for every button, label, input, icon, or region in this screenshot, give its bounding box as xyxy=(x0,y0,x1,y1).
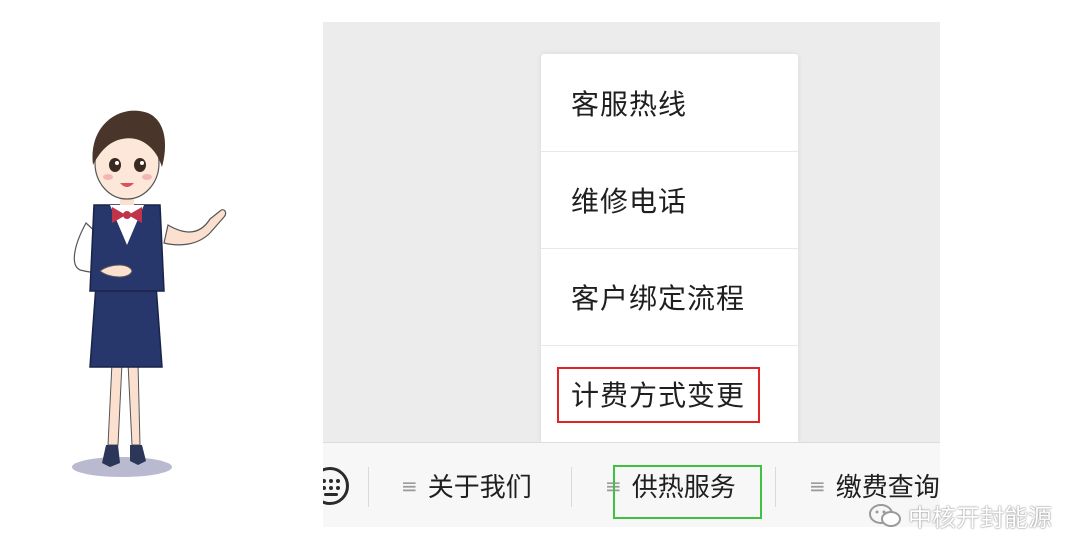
popup-submenu: 客服热线 维修电话 客户绑定流程 计费方式变更 xyxy=(541,54,798,444)
highlight-box-green xyxy=(613,465,762,519)
watermark: 中核开封能源 xyxy=(868,498,1052,533)
hamburger-icon: ≡ xyxy=(809,473,826,498)
tab-label: 关于我们 xyxy=(427,473,532,503)
menu-item-hotline[interactable]: 客服热线 xyxy=(541,54,798,151)
tab-about-us[interactable]: ≡ 关于我们 xyxy=(401,443,532,527)
wechat-icon xyxy=(869,503,901,527)
menu-item-label: 客服热线 xyxy=(571,87,688,121)
hamburger-icon: ≡ xyxy=(401,473,418,498)
menu-divider xyxy=(571,467,572,507)
wechat-account-screen: 客服热线 维修电话 客户绑定流程 计费方式变更 ≡ 关于我们 ≡ 供热服务 ≡ … xyxy=(323,22,940,527)
highlight-box-red xyxy=(557,367,760,423)
customer-service-illustration xyxy=(60,95,240,495)
bottom-menu-bar: ≡ 关于我们 ≡ 供热服务 ≡ 缴费查询 xyxy=(323,442,940,527)
menu-divider xyxy=(775,467,776,507)
menu-item-label: 维修电话 xyxy=(571,185,688,218)
keyboard-icon[interactable] xyxy=(323,467,349,505)
menu-item-repair-phone[interactable]: 维修电话 xyxy=(541,151,798,248)
menu-item-label: 客户绑定流程 xyxy=(571,282,746,315)
watermark-text: 中核开封能源 xyxy=(908,504,1052,532)
menu-divider xyxy=(368,467,369,507)
menu-item-binding-process[interactable]: 客户绑定流程 xyxy=(541,248,798,345)
